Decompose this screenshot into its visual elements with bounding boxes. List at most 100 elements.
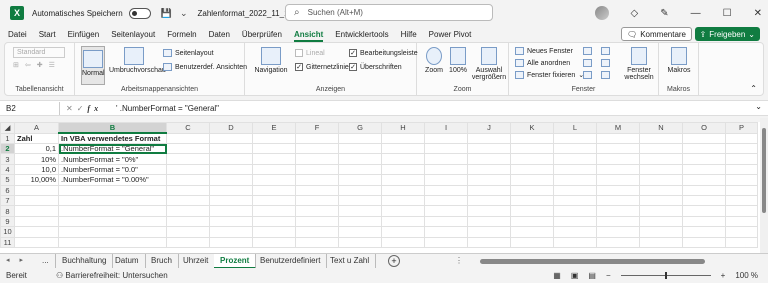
- column-header-g[interactable]: G: [338, 122, 382, 134]
- cell-a11[interactable]: [14, 236, 59, 248]
- cell-m10[interactable]: [596, 226, 640, 238]
- cell-b11[interactable]: [58, 236, 167, 248]
- cell-p3[interactable]: [725, 153, 758, 165]
- cell-l9[interactable]: [553, 215, 597, 228]
- cell-e6[interactable]: [252, 184, 296, 196]
- column-header-e[interactable]: E: [252, 122, 296, 134]
- cell-h5[interactable]: [381, 174, 425, 186]
- cell-f3[interactable]: [295, 153, 339, 165]
- row-header[interactable]: 5: [0, 174, 15, 186]
- cell-f11[interactable]: [295, 236, 339, 248]
- page-break-status-icon[interactable]: ▤: [588, 271, 596, 280]
- cell-c8[interactable]: [166, 205, 210, 217]
- new-window-button[interactable]: Neues Fenster: [515, 47, 573, 55]
- row-header[interactable]: 1: [0, 132, 15, 144]
- cell-i7[interactable]: [424, 194, 468, 207]
- sheet-tab-datum[interactable]: Datum: [109, 254, 146, 269]
- cell-n11[interactable]: [639, 236, 683, 248]
- cell-i3[interactable]: [424, 153, 468, 165]
- zoom-selection-button[interactable]: Auswahl vergrößern: [471, 47, 507, 81]
- column-header-b[interactable]: B: [58, 122, 167, 134]
- sync-scroll-icon[interactable]: [601, 59, 610, 67]
- cell-n9[interactable]: [639, 215, 683, 228]
- cell-n4[interactable]: [639, 163, 683, 176]
- cell-n8[interactable]: [639, 205, 683, 217]
- cell-e8[interactable]: [252, 205, 296, 217]
- cell-d7[interactable]: [209, 194, 253, 207]
- cell-j3[interactable]: [467, 153, 511, 165]
- cell-g11[interactable]: [338, 236, 382, 248]
- cell-o10[interactable]: [682, 226, 726, 238]
- cell-o9[interactable]: [682, 215, 726, 228]
- cell-i2[interactable]: [424, 142, 468, 155]
- cell-b10[interactable]: [58, 226, 167, 238]
- cell-o5[interactable]: [682, 174, 726, 186]
- search-box[interactable]: ⌕ Suchen (Alt+M): [285, 4, 493, 21]
- cell-c2[interactable]: [166, 142, 210, 155]
- page-layout-button[interactable]: Seitenlayout: [163, 49, 214, 57]
- add-sheet-button[interactable]: +: [388, 255, 400, 267]
- tab-ansicht[interactable]: Ansicht: [293, 30, 324, 42]
- minimize-icon[interactable]: —: [691, 8, 701, 19]
- cell-f5[interactable]: [295, 174, 339, 186]
- cell-d6[interactable]: [209, 184, 253, 196]
- zoom-100-button[interactable]: 100%: [447, 47, 469, 74]
- cell-p1[interactable]: [725, 132, 758, 144]
- column-header-k[interactable]: K: [510, 122, 554, 134]
- cell-k9[interactable]: [510, 215, 554, 228]
- sheet-nav-arrows[interactable]: ◂▸: [6, 256, 33, 264]
- ruler-checkbox[interactable]: Lineal: [295, 49, 325, 57]
- cell-m3[interactable]: [596, 153, 640, 165]
- headings-checkbox[interactable]: ✓ Überschriften: [349, 63, 402, 71]
- autosave-toggle[interactable]: [128, 7, 151, 19]
- cell-h1[interactable]: [381, 132, 425, 144]
- cell-j9[interactable]: [467, 215, 511, 228]
- cell-d4[interactable]: [209, 163, 253, 176]
- cell-j11[interactable]: [467, 236, 511, 248]
- accessibility-status[interactable]: ⚇ Barrierefreiheit: Untersuchen: [56, 271, 168, 280]
- cell-i5[interactable]: [424, 174, 468, 186]
- cell-b1[interactable]: In VBA verwendetes Format: [58, 132, 167, 144]
- sheet-tab-prozent[interactable]: Prozent: [214, 254, 257, 269]
- macros-button[interactable]: Makros: [663, 47, 695, 74]
- cell-h2[interactable]: [381, 142, 425, 155]
- tab-entwicklertools[interactable]: Entwicklertools: [335, 30, 388, 39]
- expand-formula-icon[interactable]: ⌄: [755, 102, 762, 111]
- column-header-d[interactable]: D: [209, 122, 253, 134]
- cell-d5[interactable]: [209, 174, 253, 186]
- avatar[interactable]: [594, 6, 609, 20]
- cell-j8[interactable]: [467, 205, 511, 217]
- column-header-c[interactable]: C: [166, 122, 210, 134]
- enter-icon[interactable]: ✓: [77, 104, 88, 113]
- custom-views-button[interactable]: Benutzerdef. Ansichten: [163, 63, 247, 71]
- cell-h11[interactable]: [381, 236, 425, 248]
- cell-a8[interactable]: [14, 205, 59, 217]
- sheet-view-dropdown[interactable]: Standard: [13, 47, 65, 58]
- cell-c7[interactable]: [166, 194, 210, 207]
- cell-g10[interactable]: [338, 226, 382, 238]
- cell-b4[interactable]: .NumberFormat = "0.0": [58, 163, 167, 176]
- exit-icon[interactable]: ⇦: [25, 61, 31, 69]
- cell-f1[interactable]: [295, 132, 339, 144]
- cell-m5[interactable]: [596, 174, 640, 186]
- cell-f7[interactable]: [295, 194, 339, 207]
- cell-e4[interactable]: [252, 163, 296, 176]
- cell-a2[interactable]: 0,1: [14, 142, 59, 155]
- tab-ueberpruefen[interactable]: Überprüfen: [242, 30, 282, 39]
- row-header[interactable]: 10: [0, 226, 15, 238]
- cell-c5[interactable]: [166, 174, 210, 186]
- cell-e10[interactable]: [252, 226, 296, 238]
- cell-m6[interactable]: [596, 184, 640, 196]
- cell-m2[interactable]: [596, 142, 640, 155]
- tab-hilfe[interactable]: Hilfe: [401, 30, 417, 39]
- cell-m7[interactable]: [596, 194, 640, 207]
- share-button[interactable]: ⇪ Freigeben ⌄: [694, 27, 760, 41]
- sheet-tab-bruch[interactable]: Bruch: [145, 254, 179, 269]
- switch-windows-button[interactable]: Fenster wechseln: [621, 47, 657, 81]
- sheet-tab-buchhaltung[interactable]: Buchhaltung: [56, 254, 114, 269]
- cell-g9[interactable]: [338, 215, 382, 228]
- cell-b7[interactable]: [58, 194, 167, 207]
- hide-icon[interactable]: [583, 59, 592, 67]
- cell-l7[interactable]: [553, 194, 597, 207]
- cell-l4[interactable]: [553, 163, 597, 176]
